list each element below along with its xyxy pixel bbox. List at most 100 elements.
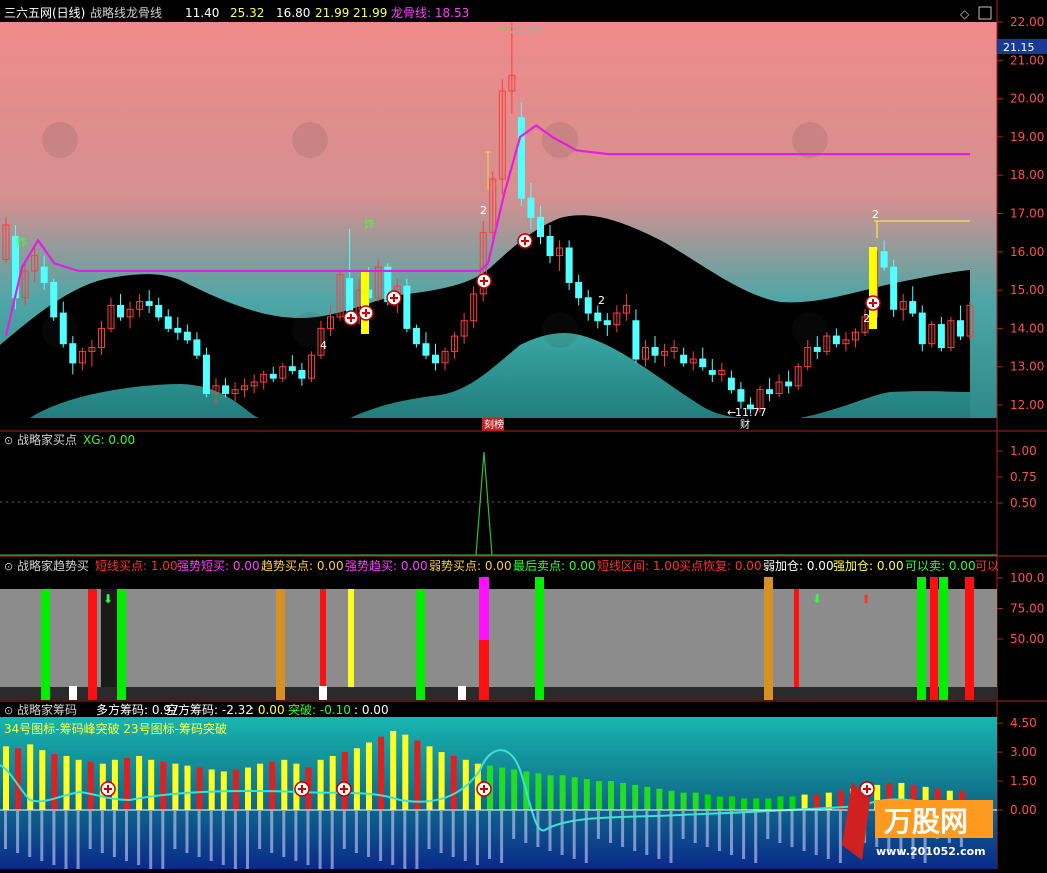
signal-bar <box>361 272 369 334</box>
chip-neg-bar <box>717 811 721 851</box>
chip-neg-bar <box>330 811 334 873</box>
chip-neg-bar <box>754 811 758 863</box>
chip-neg-bar <box>560 811 564 855</box>
chip-neg-bar <box>64 811 68 869</box>
axis-label: 50.00 <box>1010 632 1044 646</box>
chip-neg-bar <box>233 811 237 869</box>
candle-body <box>527 197 535 218</box>
panel4-title: 战略家筹码 <box>17 702 77 717</box>
price-axis: 22.00 21.00 20.00 19.00 18.00 17.00 16.00 15.00… <box>997 15 1044 412</box>
trend-bar <box>939 577 948 700</box>
price-panel: 炸 炸 2 2 2 2 4 21.99 11.77 ← 刻榜 财 <box>0 22 997 431</box>
chip-neg-bar <box>342 811 346 849</box>
chip-neg-bar <box>657 811 661 859</box>
trend-bar <box>917 577 926 700</box>
chip-neg-bar <box>88 811 92 849</box>
candle-body <box>708 370 716 375</box>
axis-label: 3.00 <box>1010 745 1037 759</box>
marker-4: 4 <box>320 339 327 352</box>
chip-bar <box>269 761 276 810</box>
trend-bar <box>764 577 773 700</box>
chip-neg-bar <box>246 811 249 873</box>
axis-label: 15.00 <box>1010 283 1044 297</box>
candle-body <box>412 327 420 345</box>
chip-bar <box>75 759 82 810</box>
watermark-mark <box>792 122 828 158</box>
value-3: 16.80 <box>276 6 310 20</box>
chip-neg-bar <box>645 811 649 855</box>
trend-label: 弱势买点: 0.00 <box>429 559 512 573</box>
candle-body <box>890 266 898 310</box>
value-2: 25.32 <box>230 6 264 20</box>
chip-bar <box>232 769 239 810</box>
down-arrow-icon: ⬇ <box>812 592 822 606</box>
candle-body <box>603 320 611 326</box>
chip-neg-bar <box>609 811 612 843</box>
axis-label: 1.00 <box>1010 444 1037 458</box>
axis-label: 12.00 <box>1010 398 1044 412</box>
chip-bar <box>620 782 627 810</box>
brand-name: 万股网 <box>884 805 968 838</box>
panel2-title: 战略家买点 <box>17 432 77 447</box>
chip-bar <box>63 755 70 810</box>
candle-body <box>164 316 172 329</box>
trend-buy-panel: ⬇ ⬇ ⬆ <box>0 577 997 700</box>
trend-bar <box>535 577 544 700</box>
chip-neg-bar <box>391 811 395 865</box>
chip-neg-bar <box>221 811 225 865</box>
chip-neg-bar <box>778 811 782 843</box>
dragon-value: 龙骨线: 18.53 <box>391 6 469 20</box>
trend-label: 弱加仓: 0.00 <box>763 559 834 573</box>
chip-neg-bar <box>197 811 201 857</box>
trend-label: 短线买点: 1.00 <box>95 559 178 573</box>
chip-bar <box>571 777 578 810</box>
diamond-icon[interactable]: ◇ <box>960 7 970 21</box>
trend-axis: 100.0 75.00 50.00 <box>997 571 1044 646</box>
candle-body <box>956 320 964 337</box>
chip-neg-bar <box>40 811 44 861</box>
chip-neg-bar <box>367 811 370 857</box>
chip-neg-bar <box>705 811 709 847</box>
collapse-icon[interactable]: ⊙ <box>4 560 13 573</box>
trend-labels: 短线买点: 1.00 强势短买: 0.00 趋势买点: 0.00 强势趋买: 0.00… <box>95 559 999 573</box>
candle-body <box>422 343 430 356</box>
maximize-button[interactable] <box>978 6 992 20</box>
candle-body <box>766 389 774 395</box>
chip-bar <box>729 796 735 810</box>
chip-bar <box>51 754 58 810</box>
chip-bar <box>172 763 179 810</box>
chip-neg-bar <box>149 811 153 869</box>
collapse-icon[interactable]: ⊙ <box>4 434 13 447</box>
chip-axis: 4.50 3.00 1.50 0.00 <box>997 716 1037 817</box>
trend-label: 最后卖点: 0.00 <box>513 559 596 573</box>
xg-value: XG: 0.00 <box>83 433 135 447</box>
candle-body <box>584 297 592 314</box>
chip-bar <box>704 794 711 810</box>
candle-body <box>785 381 793 387</box>
chip-bar <box>281 759 288 810</box>
chip-neg-bar <box>548 811 552 851</box>
value-4: 21.99 <box>315 6 349 20</box>
collapse-icon[interactable]: ⊙ <box>4 704 13 717</box>
candle-body <box>909 301 917 314</box>
candle-body <box>727 377 735 391</box>
trend-label: 趋势买点: 0.00 <box>261 559 344 573</box>
chip-bar <box>644 786 651 810</box>
marker-2: 2 <box>872 208 879 221</box>
chip-bar <box>148 759 155 810</box>
chip-bar <box>499 767 506 810</box>
bottom-tag-text: 刻榜 <box>484 418 504 431</box>
chip-neg-bar <box>693 811 697 843</box>
candle-body <box>59 312 67 345</box>
chip-bar <box>124 757 130 810</box>
header-1: 三六五网(日线) 战略线龙骨线 11.40 25.32 16.80 21.99 … <box>4 5 992 21</box>
stock-chart: 炸 炸 2 2 2 2 4 21.99 11.77 ← 刻榜 财 ⬇ ⬇ ⬆ 三… <box>0 0 1047 873</box>
chip-neg-bar <box>258 811 262 849</box>
chip-neg-bar <box>52 811 56 865</box>
chip-neg-bar <box>16 811 20 853</box>
down-arrow-icon: ⬇ <box>103 592 113 606</box>
chip-neg-bar <box>415 811 419 873</box>
high-label: 21.99 <box>510 23 542 36</box>
header-3: ⊙ 战略家趋势买 短线买点: 1.00 强势短买: 0.00 趋势买点: 0.00 强… <box>4 558 999 573</box>
axis-label: 21.00 <box>1010 53 1044 67</box>
